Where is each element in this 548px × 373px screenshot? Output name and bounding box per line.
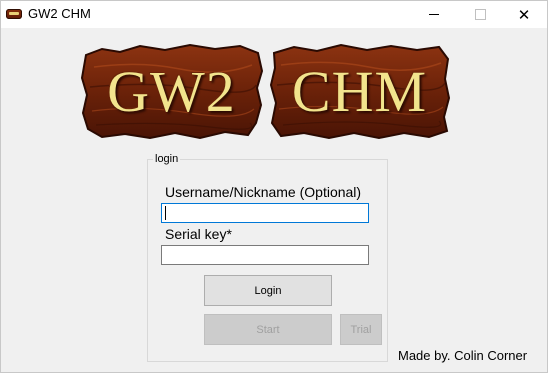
username-input[interactable] xyxy=(161,203,369,223)
logo-chm: CHM xyxy=(269,43,450,140)
title-bar[interactable]: GW2 CHM ✕ xyxy=(1,1,547,28)
logo-text-chm: CHM xyxy=(291,59,428,124)
username-label: Username/Nickname (Optional) xyxy=(165,184,362,200)
author-credit: Made by. Colin Corner xyxy=(398,348,528,363)
maximize-icon xyxy=(474,9,486,20)
text-caret xyxy=(165,206,166,220)
start-button[interactable]: Start xyxy=(204,314,332,345)
trial-button[interactable]: Trial xyxy=(340,314,382,345)
logo-gw2: GW2 xyxy=(80,43,263,140)
close-button[interactable]: ✕ xyxy=(501,1,547,28)
minimize-icon xyxy=(429,14,439,15)
login-button[interactable]: Login xyxy=(204,275,332,306)
serial-key-input[interactable] xyxy=(161,245,369,265)
window-title: GW2 CHM xyxy=(28,6,91,21)
app-window: GW2 CHM ✕ GW2 CHM login Username/Nicknam… xyxy=(0,0,548,373)
app-icon xyxy=(6,9,22,19)
login-group-legend: login xyxy=(153,153,181,165)
serial-key-label: Serial key* xyxy=(165,226,232,242)
logo-text-gw2: GW2 xyxy=(107,59,236,124)
close-icon: ✕ xyxy=(517,5,531,24)
maximize-button[interactable] xyxy=(457,1,503,28)
minimize-button[interactable] xyxy=(411,1,457,28)
